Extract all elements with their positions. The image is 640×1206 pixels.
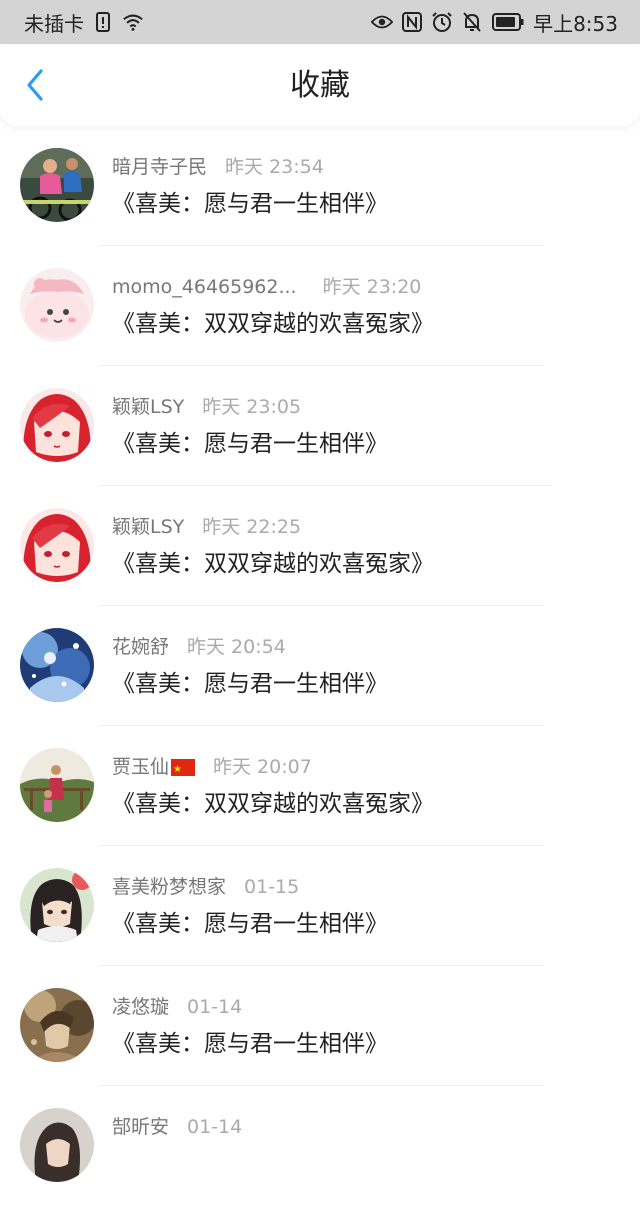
post-time: 昨天 22:25 [202,516,302,538]
list-item[interactable]: momo_46465962... 昨天 23:20 《喜美：双双穿越的欢喜冤家》 [0,246,640,366]
item-title[interactable]: 《喜美：愿与君一生相伴》 [112,908,388,940]
nfc-icon [401,11,423,33]
list-item[interactable]: 颖颖LSY 昨天 22:25 《喜美：双双穿越的欢喜冤家》 [0,486,640,606]
sim-alert-icon [92,11,114,33]
list-item[interactable]: 郜昕安 01-14 [0,1086,640,1206]
user-name[interactable]: 贾玉仙 [112,754,169,780]
item-meta: momo_46465962... 昨天 23:20 [112,274,421,300]
item-title[interactable]: 《喜美：愿与君一生相伴》 [112,188,388,220]
item-meta: 郜昕安 01-14 [112,1114,242,1140]
avatar[interactable] [20,148,94,222]
list-item[interactable]: 暗月寺子民 昨天 23:54 《喜美：愿与君一生相伴》 [0,126,640,246]
item-meta: 喜美粉梦想家 01-15 [112,874,299,900]
item-title[interactable]: 《喜美：双双穿越的欢喜冤家》 [112,548,434,580]
clock-text: 早上8:53 [533,11,618,36]
item-title[interactable]: 《喜美：愿与君一生相伴》 [112,428,388,460]
item-title[interactable]: 《喜美：愿与君一生相伴》 [112,1028,388,1060]
post-time: 01-14 [187,1116,243,1138]
eye-icon [371,11,394,33]
item-title[interactable]: 《喜美：双双穿越的欢喜冤家》 [112,788,434,820]
user-name[interactable]: 凌悠璇 [112,994,169,1020]
post-time: 昨天 23:05 [202,396,302,418]
user-name[interactable]: 暗月寺子民 [112,154,207,180]
status-right: 早上8:53 [371,8,618,37]
carrier-text: 未插卡 [24,11,84,36]
item-title[interactable]: 《喜美：愿与君一生相伴》 [112,668,388,700]
item-meta: 暗月寺子民 昨天 23:54 [112,154,324,180]
list-item[interactable]: 花婉舒 昨天 20:54 《喜美：愿与君一生相伴》 [0,606,640,726]
user-name[interactable]: momo_46465962... [112,274,297,300]
item-meta: 贾玉仙 昨天 20:07 [112,754,312,783]
post-time: 昨天 20:07 [213,756,312,778]
avatar[interactable] [20,628,94,702]
user-name[interactable]: 颖颖LSY [112,514,184,540]
item-meta: 颖颖LSY 昨天 23:05 [112,394,301,420]
post-time: 昨天 23:20 [322,276,422,298]
page-title: 收藏 [290,68,350,103]
user-name[interactable]: 喜美粉梦想家 [112,874,226,900]
user-name[interactable]: 花婉舒 [112,634,169,660]
list-item[interactable]: 凌悠璇 01-14 《喜美：愿与君一生相伴》 [0,966,640,1086]
post-time: 昨天 23:54 [225,156,324,178]
avatar[interactable] [20,268,94,342]
list-item[interactable]: 喜美粉梦想家 01-15 《喜美：愿与君一生相伴》 [0,846,640,966]
status-left: 未插卡 [24,8,144,37]
battery-icon [491,11,525,33]
post-time: 01-15 [244,876,300,898]
avatar[interactable] [20,388,94,462]
status-bar: 未插卡 早上8:53 [0,0,640,44]
avatar[interactable] [20,988,94,1062]
item-title[interactable]: 《喜美：双双穿越的欢喜冤家》 [112,308,434,340]
post-time: 01-14 [187,996,243,1018]
item-meta: 颖颖LSY 昨天 22:25 [112,514,301,540]
list-item[interactable]: 颖颖LSY 昨天 23:05 《喜美：愿与君一生相伴》 [0,366,640,486]
avatar[interactable] [20,748,94,822]
avatar[interactable] [20,508,94,582]
user-name[interactable]: 郜昕安 [112,1114,169,1140]
list-item[interactable]: 贾玉仙 昨天 20:07 《喜美：双双穿越的欢喜冤家》 [0,726,640,846]
avatar[interactable] [20,1108,94,1182]
wifi-icon [122,11,144,33]
avatar[interactable] [20,868,94,942]
item-meta: 凌悠璇 01-14 [112,994,242,1020]
item-meta: 花婉舒 昨天 20:54 [112,634,286,660]
china-flag-icon [171,757,196,783]
app-header: 收藏 [0,44,640,126]
post-time: 昨天 20:54 [187,636,286,658]
alarm-icon [431,11,453,33]
user-name[interactable]: 颖颖LSY [112,394,184,420]
mute-icon [461,11,483,33]
favorites-list: 暗月寺子民 昨天 23:54 《喜美：愿与君一生相伴》 momo_4646596… [0,126,640,1206]
